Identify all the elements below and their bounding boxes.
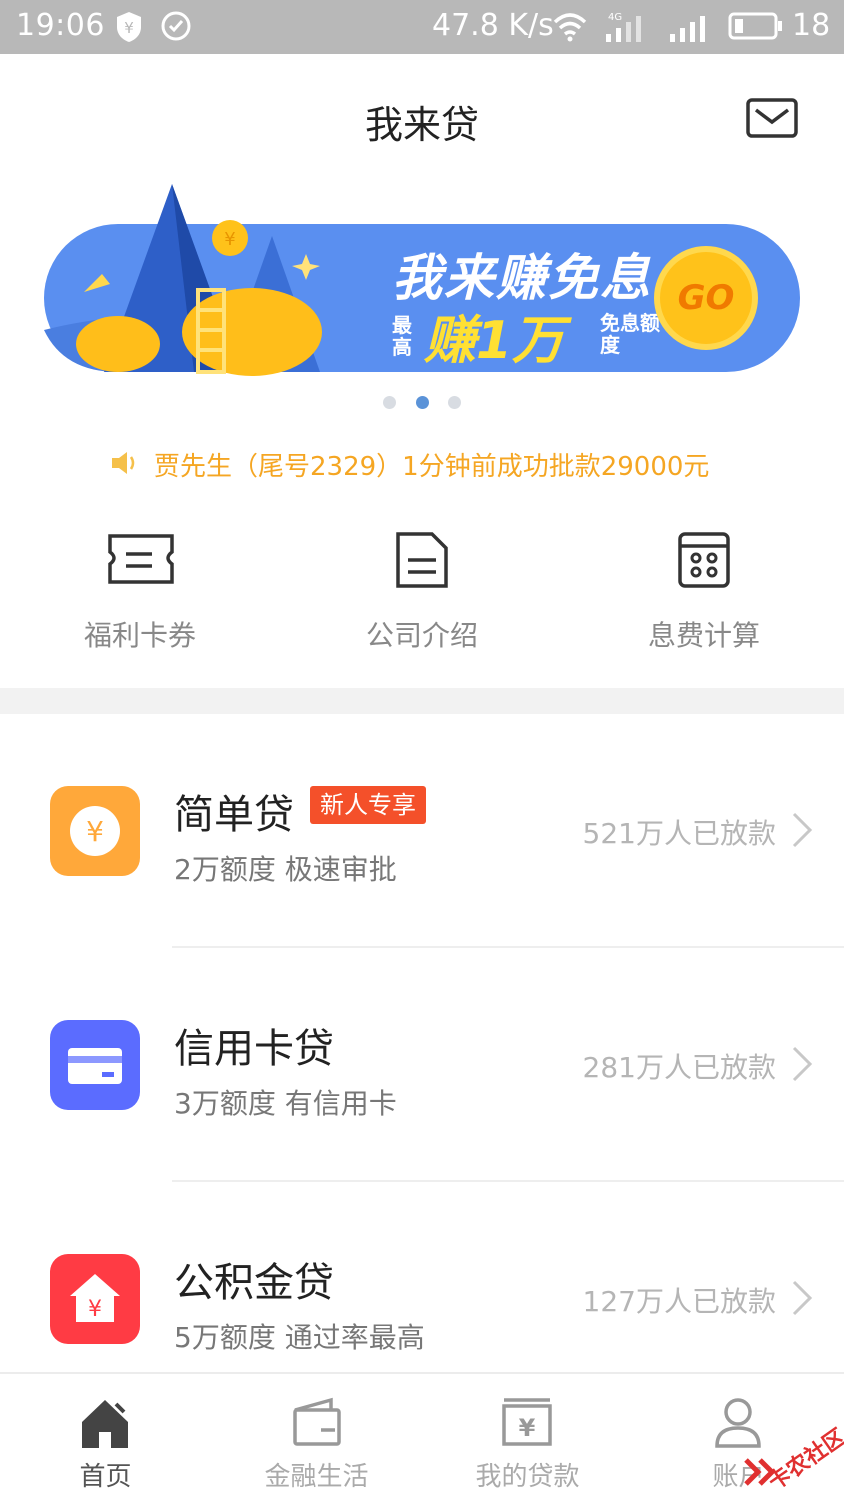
tab-label: 我的贷款 xyxy=(475,1462,580,1492)
yen-coin-icon: ¥ xyxy=(70,806,120,856)
loan-count: 127万人已放款 xyxy=(582,1285,776,1318)
chevron-right-icon xyxy=(792,1280,813,1316)
go-label: GO xyxy=(677,278,735,318)
banner-sub-prefix: 最高 xyxy=(392,313,412,359)
tab-label: 金融生活 xyxy=(264,1462,369,1492)
list-divider xyxy=(172,1180,844,1182)
tab-finance-life[interactable]: 金融生活 xyxy=(211,1374,422,1502)
signal-4g-icon: 4G xyxy=(606,12,641,42)
banner-pagination xyxy=(0,396,844,410)
loan-icon-box: ¥ xyxy=(50,786,140,876)
tab-home[interactable]: 首页 xyxy=(0,1374,211,1502)
svg-text:¥: ¥ xyxy=(88,1297,102,1322)
mail-icon[interactable] xyxy=(746,98,798,138)
watermark: 卡农社区 xyxy=(730,1412,844,1496)
pagination-dot[interactable] xyxy=(448,396,461,409)
pagination-dot-active[interactable] xyxy=(416,396,429,409)
loan-desc: 5万额度 通过率最高 xyxy=(174,1321,425,1354)
svg-text:4G: 4G xyxy=(608,12,622,23)
loan-desc: 3万额度 有信用卡 xyxy=(174,1087,397,1120)
loan-count: 281万人已放款 xyxy=(582,1051,776,1084)
credit-card-icon xyxy=(68,1048,122,1084)
quick-action-coupons[interactable]: 福利卡券 xyxy=(20,530,260,660)
calculator-icon xyxy=(678,532,730,588)
house-yen-icon: ¥ xyxy=(70,1274,120,1322)
loan-name: 简单贷 xyxy=(174,792,294,838)
status-time: 19:06 xyxy=(16,8,105,43)
status-bar: 19:06 ¥ 47.8 K/s 4G 18 xyxy=(0,0,844,54)
pagination-dot[interactable] xyxy=(383,396,396,409)
quick-action-company[interactable]: 公司介绍 xyxy=(302,530,542,660)
wifi-icon xyxy=(553,13,587,42)
app-header: 我来贷 xyxy=(0,54,844,184)
chevron-right-icon xyxy=(792,1046,813,1082)
loan-count: 521万人已放款 xyxy=(582,817,776,850)
tab-label: 首页 xyxy=(79,1462,132,1492)
check-circle-icon xyxy=(161,11,191,41)
signal-icon xyxy=(670,16,705,42)
quick-action-calculator[interactable]: 息费计算 xyxy=(584,530,824,660)
home-icon xyxy=(82,1400,128,1448)
notice-text: 贾先生（尾号2329）1分钟前成功批款29000元 xyxy=(154,452,710,482)
loan-name: 信用卡贷 xyxy=(174,1026,334,1072)
go-button[interactable]: GO xyxy=(654,246,758,350)
quick-action-label: 息费计算 xyxy=(647,619,760,652)
svg-text:¥: ¥ xyxy=(124,19,134,37)
new-user-badge: 新人专享 xyxy=(310,786,426,824)
page-title: 我来贷 xyxy=(364,103,479,147)
coupon-icon xyxy=(108,534,174,584)
svg-text:¥: ¥ xyxy=(86,815,104,848)
network-speed: 47.8 K/s xyxy=(432,8,554,43)
loan-item-simple[interactable]: ¥ 简单贷 新人专享 2万额度 极速审批 521万人已放款 xyxy=(0,786,844,1020)
chevron-right-icon xyxy=(792,812,813,848)
wallet-icon xyxy=(293,1397,341,1446)
section-divider xyxy=(0,688,844,714)
loan-icon-box: ¥ xyxy=(50,1254,140,1344)
document-icon xyxy=(396,532,448,588)
battery-icon xyxy=(728,12,782,40)
loan-item-credit-card[interactable]: 信用卡贷 3万额度 有信用卡 281万人已放款 xyxy=(0,1020,844,1254)
banner-sub-suffix: 免息额度 xyxy=(600,311,660,357)
loan-box-icon: ¥ xyxy=(502,1398,552,1446)
quick-action-label: 公司介绍 xyxy=(365,619,478,652)
tab-my-loans[interactable]: ¥ 我的贷款 xyxy=(422,1374,633,1502)
loan-name: 公积金贷 xyxy=(174,1260,334,1306)
svg-text:¥: ¥ xyxy=(519,1414,536,1442)
speaker-icon xyxy=(112,452,135,474)
banner-sub-highlight: 赚1万 xyxy=(424,311,565,371)
shield-icon: ¥ xyxy=(117,12,141,42)
quick-action-label: 福利卡券 xyxy=(83,619,196,652)
bottom-tab-bar: 首页 金融生活 ¥ 我的贷款 账户 xyxy=(0,1372,844,1500)
list-divider xyxy=(172,946,844,948)
loan-desc: 2万额度 极速审批 xyxy=(174,853,397,886)
svg-text:¥: ¥ xyxy=(224,229,235,250)
battery-level: 18 xyxy=(792,8,831,43)
loan-icon-box xyxy=(50,1020,140,1110)
